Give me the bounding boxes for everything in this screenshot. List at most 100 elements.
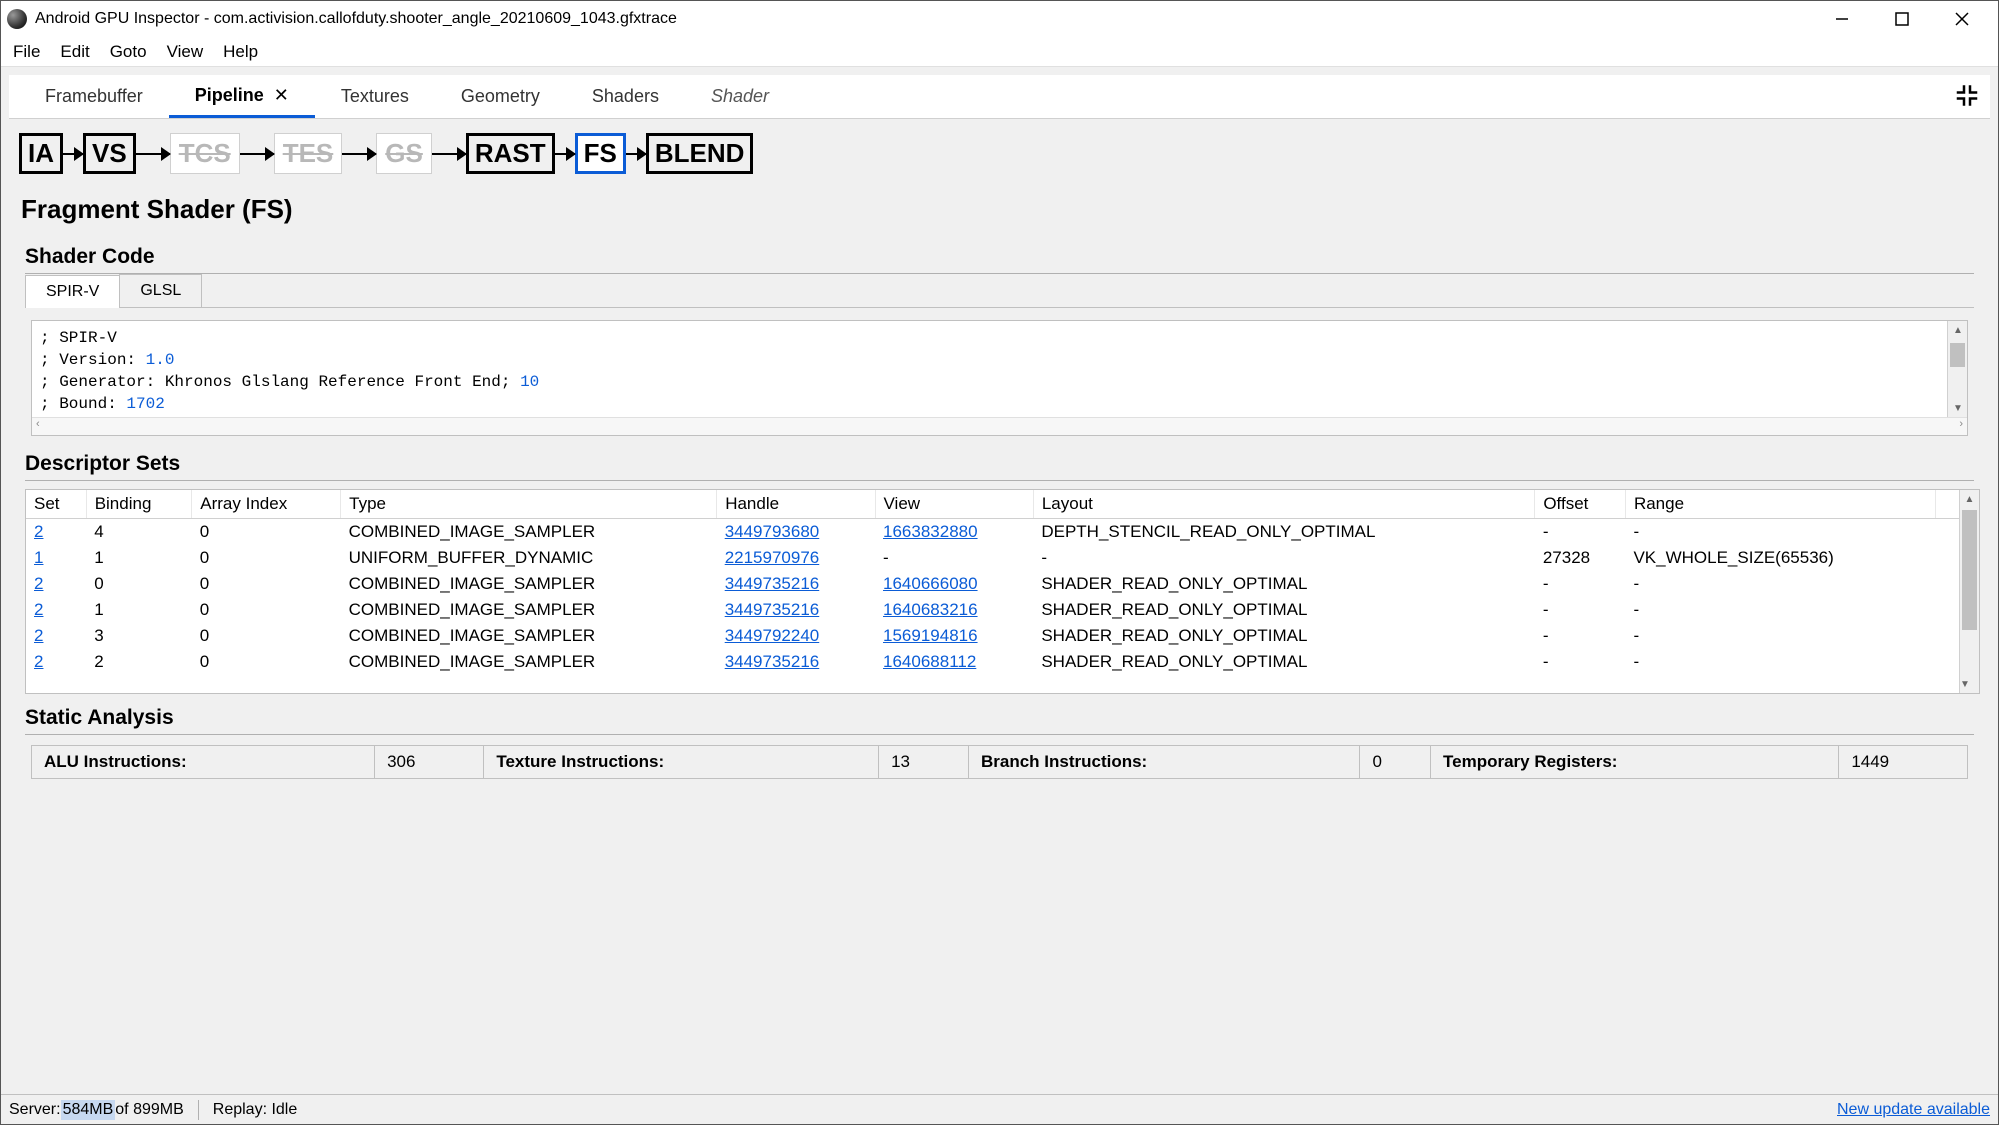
view-link[interactable]: 1663832880: [883, 522, 978, 541]
col-set[interactable]: Set: [26, 490, 86, 519]
table-row[interactable]: 110UNIFORM_BUFFER_DYNAMIC2215970976--273…: [26, 545, 1959, 571]
scroll-down-icon[interactable]: ▼: [1948, 399, 1968, 417]
cell-set: 2: [26, 623, 86, 649]
tab-framebuffer[interactable]: Framebuffer: [19, 75, 169, 118]
cell-set: 2: [26, 519, 86, 546]
cell-type: COMBINED_IMAGE_SAMPLER: [341, 519, 717, 546]
collapse-fullscreen-icon[interactable]: [1956, 84, 1978, 109]
cell-array-index: 0: [192, 649, 341, 675]
tab-shaders[interactable]: Shaders: [566, 75, 685, 118]
scroll-down-icon[interactable]: ▼: [1960, 675, 1970, 693]
stage-tcs[interactable]: TCS: [170, 133, 240, 174]
cell-view: 1640688112: [875, 649, 1033, 675]
status-update-link[interactable]: New update available: [1837, 1101, 1990, 1119]
handle-link[interactable]: 3449735216: [725, 574, 820, 593]
stage-blend[interactable]: BLEND: [646, 133, 754, 174]
cell-array-index: 0: [192, 623, 341, 649]
view-link[interactable]: 1640666080: [883, 574, 978, 593]
cell-set: 2: [26, 649, 86, 675]
cell-spacer: [1935, 597, 1959, 623]
table-row[interactable]: 240COMBINED_IMAGE_SAMPLER344979368016638…: [26, 519, 1959, 546]
descriptor-sets-heading: Descriptor Sets: [9, 440, 1990, 480]
table-row[interactable]: 220COMBINED_IMAGE_SAMPLER344973521616406…: [26, 649, 1959, 675]
stage-rast[interactable]: RAST: [466, 133, 555, 174]
col-binding[interactable]: Binding: [86, 490, 192, 519]
col-range[interactable]: Range: [1625, 490, 1935, 519]
scrollbar-horizontal[interactable]: ‹›: [32, 417, 1967, 435]
cell-view: 1663832880: [875, 519, 1033, 546]
scroll-thumb[interactable]: [1950, 343, 1965, 367]
cell-array-index: 0: [192, 571, 341, 597]
status-server-used: 584MB: [61, 1100, 116, 1120]
cell-layout: -: [1033, 545, 1534, 571]
cell-spacer: [1935, 545, 1959, 571]
stage-tes[interactable]: TES: [274, 133, 343, 174]
handle-link[interactable]: 2215970976: [725, 548, 820, 567]
set-link[interactable]: 2: [34, 652, 43, 671]
scrollbar-vertical[interactable]: ▲ ▼: [1947, 321, 1967, 417]
col-offset[interactable]: Offset: [1535, 490, 1626, 519]
scrollbar-vertical[interactable]: ▲ ▼: [1959, 490, 1979, 693]
table-row[interactable]: 210COMBINED_IMAGE_SAMPLER344973521616406…: [26, 597, 1959, 623]
close-icon[interactable]: ✕: [274, 85, 289, 106]
handle-link[interactable]: 3449792240: [725, 626, 820, 645]
cell-array-index: 0: [192, 545, 341, 571]
stage-ia[interactable]: IA: [19, 133, 63, 174]
set-link[interactable]: 2: [34, 574, 43, 593]
stage-fs[interactable]: FS: [575, 133, 626, 174]
view-link[interactable]: 1640683216: [883, 600, 978, 619]
code-tab-glsl[interactable]: GLSL: [119, 274, 202, 307]
col-handle[interactable]: Handle: [717, 490, 875, 519]
handle-link[interactable]: 3449735216: [725, 652, 820, 671]
code-tab-spirv[interactable]: SPIR-V: [25, 275, 120, 308]
menu-edit[interactable]: Edit: [50, 38, 99, 66]
arrow-icon: [342, 153, 376, 155]
menu-file[interactable]: File: [3, 38, 50, 66]
texture-value: 13: [879, 746, 969, 779]
view-link[interactable]: 1569194816: [883, 626, 978, 645]
cell-view: -: [875, 545, 1033, 571]
tab-textures[interactable]: Textures: [315, 75, 435, 118]
window-close-button[interactable]: [1932, 5, 1992, 33]
set-link[interactable]: 2: [34, 600, 43, 619]
col-type[interactable]: Type: [341, 490, 717, 519]
window-minimize-button[interactable]: [1812, 5, 1872, 33]
handle-link[interactable]: 3449735216: [725, 600, 820, 619]
cell-spacer: [1935, 649, 1959, 675]
menu-view[interactable]: View: [157, 38, 214, 66]
view-link[interactable]: 1640688112: [883, 652, 976, 671]
shader-code-view[interactable]: ; SPIR-V ; Version: 1.0 ; Generator: Khr…: [31, 320, 1968, 436]
menu-help[interactable]: Help: [213, 38, 268, 66]
statusbar: Server: 584MB of 899MB Replay: Idle New …: [1, 1094, 1998, 1124]
panel-tabs: Framebuffer Pipeline ✕ Textures Geometry…: [9, 75, 1990, 119]
table-row[interactable]: 200COMBINED_IMAGE_SAMPLER344973521616406…: [26, 571, 1959, 597]
set-link[interactable]: 2: [34, 626, 43, 645]
window-maximize-button[interactable]: [1872, 5, 1932, 33]
cell-offset: -: [1535, 623, 1626, 649]
scroll-up-icon[interactable]: ▲: [1960, 490, 1979, 508]
set-link[interactable]: 2: [34, 522, 43, 541]
menu-goto[interactable]: Goto: [100, 38, 157, 66]
cell-view: 1569194816: [875, 623, 1033, 649]
tab-shader[interactable]: Shader: [685, 75, 795, 118]
tab-pipeline[interactable]: Pipeline ✕: [169, 75, 315, 118]
handle-link[interactable]: 3449793680: [725, 522, 820, 541]
set-link[interactable]: 1: [34, 548, 43, 567]
branch-label: Branch Instructions:: [968, 746, 1359, 779]
col-array-index[interactable]: Array Index: [192, 490, 341, 519]
arrow-icon: [63, 153, 83, 155]
table-row[interactable]: 2 30COMBINED_IMAGE_SAMPLER 3449792240 15691…: [26, 623, 1959, 649]
cell-handle: 3449735216: [717, 597, 875, 623]
window-titlebar: Android GPU Inspector - com.activision.c…: [1, 1, 1998, 37]
cell-offset: -: [1535, 519, 1626, 546]
tab-geometry[interactable]: Geometry: [435, 75, 566, 118]
cell-type: COMBINED_IMAGE_SAMPLER: [341, 623, 717, 649]
cell-binding: 3: [86, 623, 192, 649]
stage-vs[interactable]: VS: [83, 133, 136, 174]
stage-gs[interactable]: GS: [376, 133, 432, 174]
scroll-up-icon[interactable]: ▲: [1948, 321, 1968, 339]
col-view[interactable]: View: [875, 490, 1033, 519]
col-layout[interactable]: Layout: [1033, 490, 1534, 519]
texture-label: Texture Instructions:: [484, 746, 879, 779]
scroll-thumb[interactable]: [1962, 510, 1977, 630]
